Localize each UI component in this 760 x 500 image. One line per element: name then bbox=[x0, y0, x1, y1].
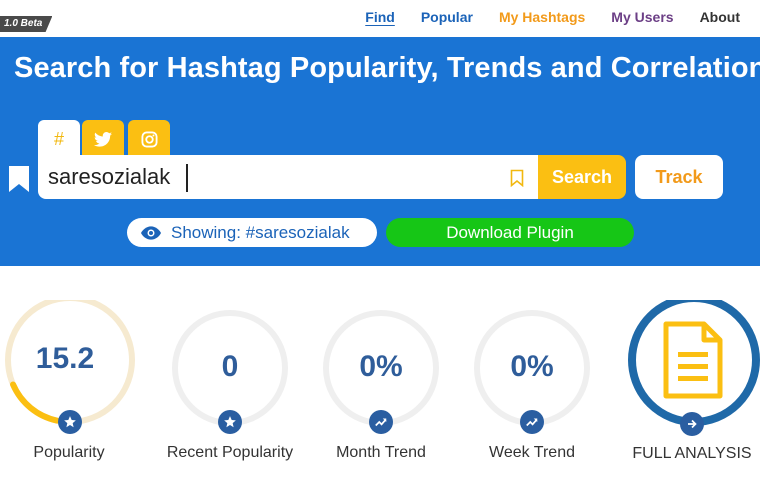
nav-my-users[interactable]: My Users bbox=[611, 9, 673, 25]
full-analysis-button[interactable]: FULL ANALYSIS bbox=[612, 300, 760, 480]
nav-find[interactable]: Find bbox=[365, 9, 395, 25]
hash-icon: # bbox=[53, 128, 64, 149]
beta-badge: 1.0 Beta bbox=[0, 16, 53, 32]
tab-twitter[interactable] bbox=[82, 120, 124, 158]
showing-text: Showing: #saresozialak bbox=[171, 222, 350, 242]
stat-month-trend[interactable]: 0% Month Trend bbox=[306, 300, 456, 480]
tab-instagram[interactable] bbox=[128, 120, 170, 158]
download-plugin-button[interactable]: Download Plugin bbox=[386, 218, 634, 247]
popularity-value: 15.2 bbox=[35, 342, 95, 375]
nav-about[interactable]: About bbox=[700, 9, 740, 25]
arrow-right-icon bbox=[680, 412, 704, 436]
nav-my-hashtags[interactable]: My Hashtags bbox=[499, 9, 585, 25]
trend-icon bbox=[369, 410, 393, 434]
track-button[interactable]: Track bbox=[635, 155, 723, 199]
star-icon bbox=[58, 410, 82, 434]
recent-popularity-value: 0 bbox=[221, 350, 239, 383]
search-button[interactable]: Search bbox=[538, 155, 626, 199]
recent-popularity-label: Recent Popularity bbox=[166, 444, 294, 461]
page-title: Search for Hashtag Popularity, Trends an… bbox=[14, 52, 760, 84]
popularity-label: Popularity bbox=[33, 444, 105, 461]
twitter-icon bbox=[94, 131, 112, 147]
eye-icon bbox=[141, 225, 161, 240]
page: 1.0 Beta Find Popular My Hashtags My Use… bbox=[0, 0, 760, 500]
month-trend-value: 0% bbox=[359, 350, 403, 383]
stat-popularity[interactable]: 15.2 Popularity bbox=[0, 300, 150, 480]
week-trend-value: 0% bbox=[510, 350, 554, 383]
nav-popular[interactable]: Popular bbox=[421, 9, 473, 25]
instagram-icon bbox=[140, 130, 158, 148]
month-trend-label: Month Trend bbox=[336, 444, 426, 461]
week-trend-label: Week Trend bbox=[489, 444, 575, 461]
text-caret bbox=[186, 164, 188, 192]
bookmark-icon[interactable] bbox=[8, 165, 30, 193]
search-box bbox=[38, 155, 538, 199]
showing-indicator: Showing: #saresozialak bbox=[127, 218, 377, 247]
stat-week-trend[interactable]: 0% Week Trend bbox=[457, 300, 607, 480]
search-input[interactable] bbox=[48, 161, 498, 193]
full-analysis-label: FULL ANALYSIS bbox=[632, 445, 752, 462]
document-icon bbox=[663, 321, 723, 399]
top-nav: Find Popular My Hashtags My Users About bbox=[365, 5, 740, 29]
stat-recent-popularity[interactable]: 0 Recent Popularity bbox=[155, 300, 305, 480]
tab-hashtag[interactable]: # bbox=[38, 120, 80, 158]
hero-banner: Search for Hashtag Popularity, Trends an… bbox=[0, 37, 760, 266]
bookmark-outline-icon[interactable] bbox=[510, 169, 524, 187]
trend-icon bbox=[520, 410, 544, 434]
star-icon bbox=[218, 410, 242, 434]
